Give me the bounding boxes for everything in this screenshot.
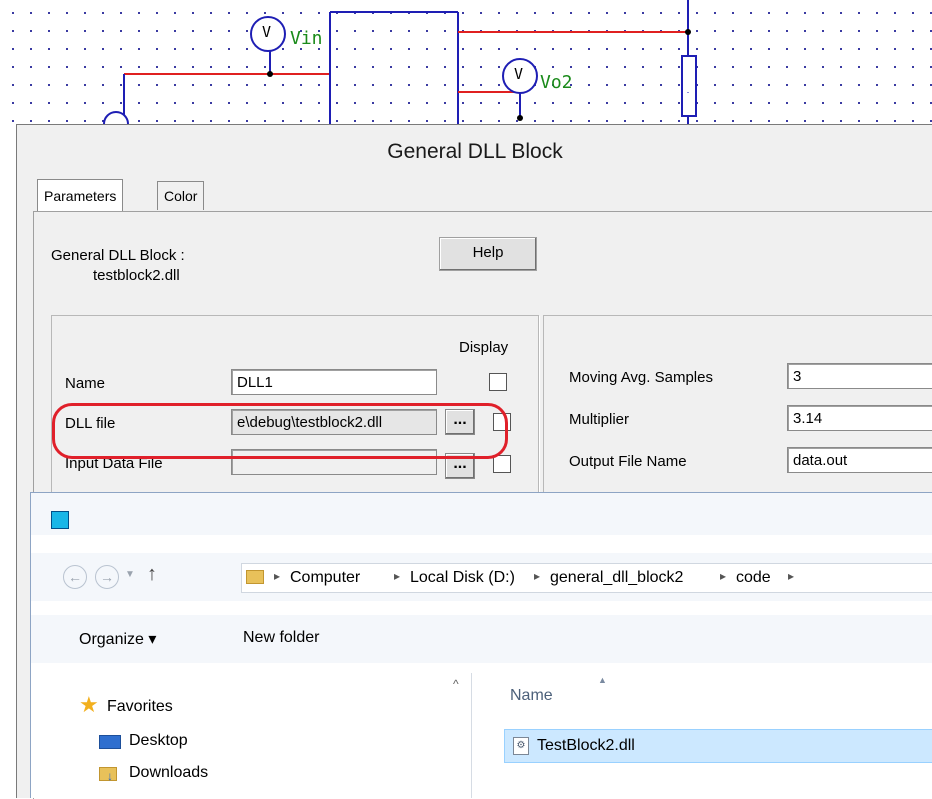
app-icon — [51, 511, 69, 529]
vin-label: Vin — [290, 28, 323, 49]
navigation-pane: ★ Favorites Desktop ↓ Downloads ^ — [31, 673, 469, 798]
voltmeter-vo2[interactable]: V — [500, 56, 540, 96]
sort-arrow-icon: ▲ — [598, 675, 607, 685]
multiplier-field[interactable]: 3.14 — [787, 405, 932, 431]
nav-item-label: Downloads — [129, 764, 209, 781]
recent-locations-icon[interactable]: ▼ — [125, 569, 135, 580]
file-list-pane: ▲ Name ⚙ TestBlock2.dll — [472, 673, 932, 798]
nav-item-downloads[interactable]: ↓ Downloads — [99, 761, 359, 785]
nav-item-desktop[interactable]: Desktop — [99, 729, 359, 753]
breadcrumb-chevron-icon: ▸ — [394, 569, 401, 583]
voltmeter-symbol: V — [514, 65, 524, 83]
up-icon[interactable]: ↑ — [147, 563, 157, 586]
download-arrow-icon: ↓ — [107, 769, 113, 783]
dialog-title: General DLL Block — [17, 125, 932, 177]
moving-avg-field[interactable]: 3 — [787, 363, 932, 389]
folder-icon — [246, 570, 264, 584]
tab-color[interactable]: Color — [157, 181, 205, 210]
breadcrumb-chevron-icon: ▸ — [788, 569, 795, 583]
name-field[interactable]: DLL1 — [231, 369, 437, 395]
voltmeter-vin[interactable]: V — [248, 14, 288, 54]
display-name-checkbox[interactable] — [489, 373, 507, 391]
block-heading: General DLL Block : — [51, 247, 185, 264]
dll-file-highlight — [52, 403, 508, 459]
breadcrumb-code[interactable]: code — [736, 569, 771, 587]
schematic-wires — [103, 0, 697, 130]
column-header-name[interactable]: Name — [510, 687, 553, 705]
organize-button[interactable]: Organize ▾ — [79, 629, 156, 649]
breadcrumb-local-disk[interactable]: Local Disk (D:) — [410, 569, 515, 587]
back-icon[interactable]: ← — [63, 565, 87, 589]
file-open-dialog: ← → ▼ ↑ ▸ Computer ▸ Local Disk (D:) ▸ g… — [30, 492, 932, 798]
breadcrumb-chevron-icon: ▸ — [534, 569, 541, 583]
address-bar[interactable]: ▸ Computer ▸ Local Disk (D:) ▸ general_d… — [241, 563, 932, 593]
tab-parameters[interactable]: Parameters — [37, 179, 124, 211]
navigation-bar: ← → ▼ ↑ ▸ Computer ▸ Local Disk (D:) ▸ g… — [31, 553, 932, 601]
breadcrumb-chevron-icon: ▸ — [720, 569, 727, 583]
voltmeter-symbol: V — [262, 23, 272, 41]
dll-file-icon: ⚙ — [513, 737, 529, 755]
star-icon: ★ — [79, 692, 99, 717]
output-file-label: Output File Name — [569, 453, 687, 470]
multiplier-label: Multiplier — [569, 411, 630, 428]
nav-item-label: Favorites — [107, 698, 173, 715]
file-name: TestBlock2.dll — [537, 737, 635, 754]
new-folder-button[interactable]: New folder — [243, 629, 319, 647]
breadcrumb-computer[interactable]: Computer — [290, 569, 360, 587]
output-file-field[interactable]: data.out — [787, 447, 932, 473]
vo2-label: Vo2 — [540, 72, 573, 93]
display-header: Display — [459, 339, 509, 356]
file-dialog-toolbar: Organize ▾ New folder — [31, 615, 932, 663]
forward-icon[interactable]: → — [95, 565, 119, 589]
breadcrumb-general-dll-block2[interactable]: general_dll_block2 — [550, 569, 683, 587]
name-label: Name — [65, 375, 106, 392]
nav-item-favorites[interactable]: ★ Favorites — [79, 692, 339, 719]
display-input-checkbox[interactable] — [493, 455, 511, 473]
file-dialog-titlebar — [31, 493, 932, 535]
breadcrumb-chevron-icon: ▸ — [274, 569, 281, 583]
block-file-name: testblock2.dll — [93, 267, 180, 284]
moving-avg-label: Moving Avg. Samples — [569, 369, 713, 386]
nav-item-label: Desktop — [129, 732, 188, 749]
file-row[interactable]: ⚙ TestBlock2.dll — [504, 729, 932, 763]
nav-scrollbar-up-icon[interactable]: ^ — [453, 677, 459, 691]
help-button[interactable]: Help — [439, 237, 537, 271]
desktop-icon — [99, 735, 121, 749]
